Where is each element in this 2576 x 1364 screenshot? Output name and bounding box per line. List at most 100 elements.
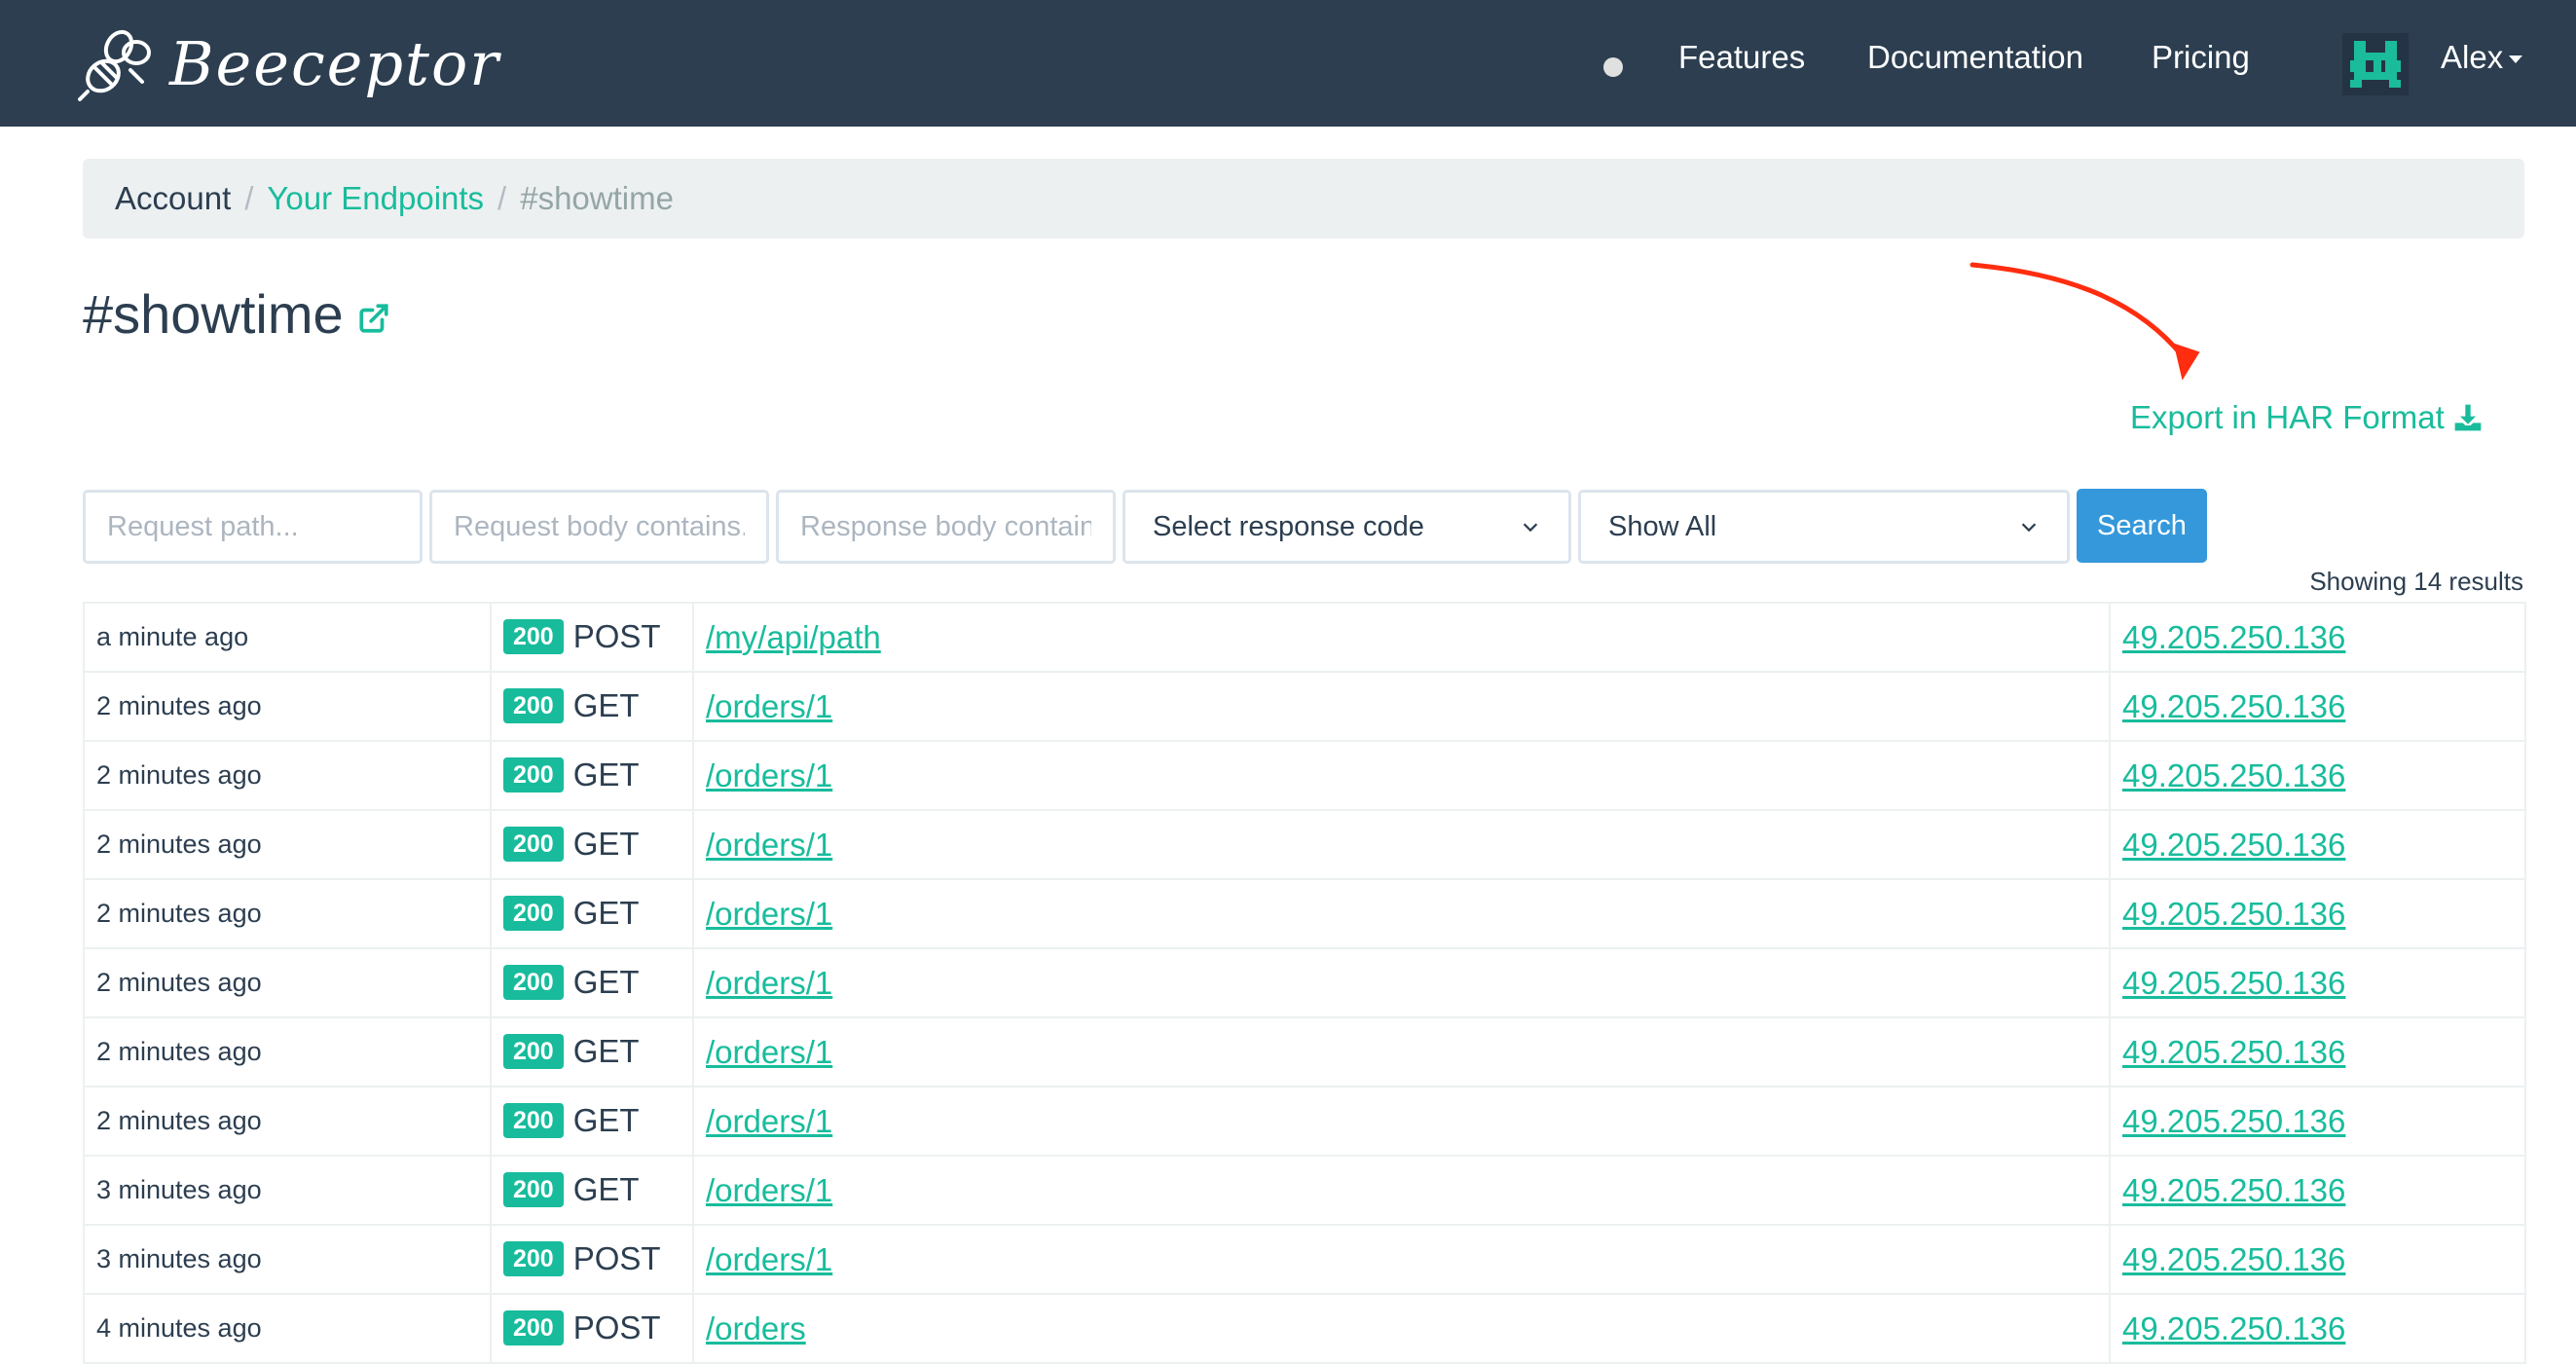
request-method-cell: 200 GET bbox=[490, 1086, 694, 1157]
request-path-link[interactable]: /orders/1 bbox=[706, 1241, 832, 1277]
request-path-link[interactable]: /orders bbox=[706, 1310, 806, 1346]
request-time: 3 minutes ago bbox=[83, 1155, 492, 1226]
status-badge: 200 bbox=[503, 1103, 564, 1139]
request-path-link[interactable]: /orders/1 bbox=[706, 1103, 832, 1139]
request-path-link[interactable]: /orders/1 bbox=[706, 1172, 832, 1208]
request-method-cell: 200 POST bbox=[490, 602, 694, 673]
request-ip-cell: 49.205.250.136 bbox=[2109, 1293, 2526, 1364]
brand-logo-link[interactable]: Beeceptor bbox=[74, 21, 500, 105]
request-method: GET bbox=[572, 1032, 640, 1069]
request-ip-link[interactable]: 49.205.250.136 bbox=[2122, 896, 2345, 932]
avatar[interactable] bbox=[2342, 33, 2409, 95]
request-ip-cell: 49.205.250.136 bbox=[2109, 947, 2526, 1018]
request-method: POST bbox=[572, 617, 661, 654]
status-badge: 200 bbox=[503, 1310, 564, 1346]
breadcrumb-separator: / bbox=[244, 180, 254, 216]
request-ip-cell: 49.205.250.136 bbox=[2109, 1016, 2526, 1088]
status-badge: 200 bbox=[503, 896, 564, 932]
request-method: POST bbox=[572, 1309, 661, 1346]
status-badge: 200 bbox=[503, 688, 564, 724]
request-path-link[interactable]: /my/api/path bbox=[706, 619, 881, 655]
user-name: Alex bbox=[2441, 39, 2504, 75]
request-ip-cell: 49.205.250.136 bbox=[2109, 809, 2526, 880]
show-filter-select-value: Show All bbox=[1608, 510, 1717, 542]
external-link-icon[interactable] bbox=[357, 302, 390, 335]
request-time: 4 minutes ago bbox=[83, 1293, 492, 1364]
request-path-link[interactable]: /orders/1 bbox=[706, 757, 832, 793]
request-path-link[interactable]: /orders/1 bbox=[706, 965, 832, 1001]
request-ip-cell: 49.205.250.136 bbox=[2109, 602, 2526, 673]
response-code-select[interactable]: Select response code bbox=[1122, 490, 1571, 564]
table-row[interactable]: 2 minutes ago 200 GET/orders/1 49.205.250.1… bbox=[83, 947, 2526, 1018]
status-badge: 200 bbox=[503, 619, 564, 655]
download-icon bbox=[2454, 404, 2482, 431]
request-method-cell: 200 POST bbox=[490, 1224, 694, 1295]
navbar: Beeceptor Features Documentation Pricing… bbox=[0, 0, 2576, 127]
response-body-input[interactable] bbox=[776, 490, 1116, 564]
request-ip-link[interactable]: 49.205.250.136 bbox=[2122, 1172, 2345, 1208]
nav-pricing[interactable]: Pricing bbox=[2152, 39, 2250, 76]
request-body-input[interactable] bbox=[429, 490, 769, 564]
request-ip-link[interactable]: 49.205.250.136 bbox=[2122, 965, 2345, 1001]
request-ip-cell: 49.205.250.136 bbox=[2109, 878, 2526, 949]
table-row[interactable]: 3 minutes ago 200 GET/orders/1 49.205.250.1… bbox=[83, 1155, 2526, 1226]
request-time: 2 minutes ago bbox=[83, 947, 492, 1018]
request-ip-cell: 49.205.250.136 bbox=[2109, 1224, 2526, 1295]
request-method-cell: 200 GET bbox=[490, 809, 694, 880]
request-path-cell: /my/api/path bbox=[692, 602, 2111, 673]
table-row[interactable]: 2 minutes ago 200 GET/orders/1 49.205.250.1… bbox=[83, 1016, 2526, 1088]
request-method: GET bbox=[572, 686, 640, 723]
breadcrumb-separator: / bbox=[497, 180, 507, 216]
show-filter-select[interactable]: Show All bbox=[1578, 490, 2070, 564]
table-row[interactable]: 4 minutes ago 200 POST/orders 49.205.250.13… bbox=[83, 1293, 2526, 1364]
breadcrumb-endpoints[interactable]: Your Endpoints bbox=[267, 180, 484, 217]
export-har-link[interactable]: Export in HAR Format bbox=[2130, 399, 2484, 436]
request-method-cell: 200 POST bbox=[490, 1293, 694, 1364]
request-method-cell: 200 GET bbox=[490, 671, 694, 742]
search-button[interactable]: Search bbox=[2077, 489, 2207, 563]
request-path-link[interactable]: /orders/1 bbox=[706, 896, 832, 932]
request-time: 2 minutes ago bbox=[83, 1086, 492, 1157]
request-path-link[interactable]: /orders/1 bbox=[706, 688, 832, 724]
annotation-arrow bbox=[1969, 262, 2200, 381]
user-menu[interactable]: Alex bbox=[2441, 39, 2523, 76]
request-ip-link[interactable]: 49.205.250.136 bbox=[2122, 1310, 2345, 1346]
request-ip-cell: 49.205.250.136 bbox=[2109, 740, 2526, 811]
table-row[interactable]: 2 minutes ago 200 GET/orders/1 49.205.250.1… bbox=[83, 809, 2526, 880]
request-ip-link[interactable]: 49.205.250.136 bbox=[2122, 1034, 2345, 1070]
table-row[interactable]: 3 minutes ago 200 POST/orders/1 49.205.250.… bbox=[83, 1224, 2526, 1295]
request-ip-link[interactable]: 49.205.250.136 bbox=[2122, 1241, 2345, 1277]
status-badge: 200 bbox=[503, 965, 564, 1001]
request-path-input[interactable] bbox=[83, 490, 423, 564]
request-ip-link[interactable]: 49.205.250.136 bbox=[2122, 827, 2345, 863]
request-path-link[interactable]: /orders/1 bbox=[706, 1034, 832, 1070]
chevron-down-icon bbox=[1523, 523, 1538, 533]
request-path-cell: /orders/1 bbox=[692, 947, 2111, 1018]
nav-documentation[interactable]: Documentation bbox=[1867, 39, 2083, 76]
request-time: 2 minutes ago bbox=[83, 740, 492, 811]
breadcrumb-account[interactable]: Account bbox=[115, 180, 231, 217]
request-path-cell: /orders/1 bbox=[692, 671, 2111, 742]
nav-features[interactable]: Features bbox=[1678, 39, 1805, 76]
request-path-cell: /orders bbox=[692, 1293, 2111, 1364]
request-ip-link[interactable]: 49.205.250.136 bbox=[2122, 757, 2345, 793]
request-method: GET bbox=[572, 1170, 640, 1207]
breadcrumb-current: #showtime bbox=[520, 180, 674, 216]
request-method-cell: 200 GET bbox=[490, 878, 694, 949]
status-indicator bbox=[1603, 57, 1623, 77]
table-row[interactable]: 2 minutes ago 200 GET/orders/1 49.205.250.1… bbox=[83, 740, 2526, 811]
request-time: 2 minutes ago bbox=[83, 1016, 492, 1088]
table-row[interactable]: 2 minutes ago 200 GET/orders/1 49.205.250.1… bbox=[83, 878, 2526, 949]
request-ip-link[interactable]: 49.205.250.136 bbox=[2122, 1103, 2345, 1139]
request-path-link[interactable]: /orders/1 bbox=[706, 827, 832, 863]
table-row[interactable]: a minute ago 200 POST/my/api/path 49.205.25… bbox=[83, 602, 2526, 673]
request-ip-link[interactable]: 49.205.250.136 bbox=[2122, 619, 2345, 655]
request-method-cell: 200 GET bbox=[490, 947, 694, 1018]
request-ip-link[interactable]: 49.205.250.136 bbox=[2122, 688, 2345, 724]
request-method-cell: 200 GET bbox=[490, 1155, 694, 1226]
table-row[interactable]: 2 minutes ago 200 GET/orders/1 49.205.250.1… bbox=[83, 671, 2526, 742]
table-row[interactable]: 2 minutes ago 200 GET/orders/1 49.205.250.1… bbox=[83, 1086, 2526, 1157]
request-method: GET bbox=[572, 825, 640, 862]
request-method: GET bbox=[572, 756, 640, 793]
response-code-select-value: Select response code bbox=[1153, 510, 1424, 542]
